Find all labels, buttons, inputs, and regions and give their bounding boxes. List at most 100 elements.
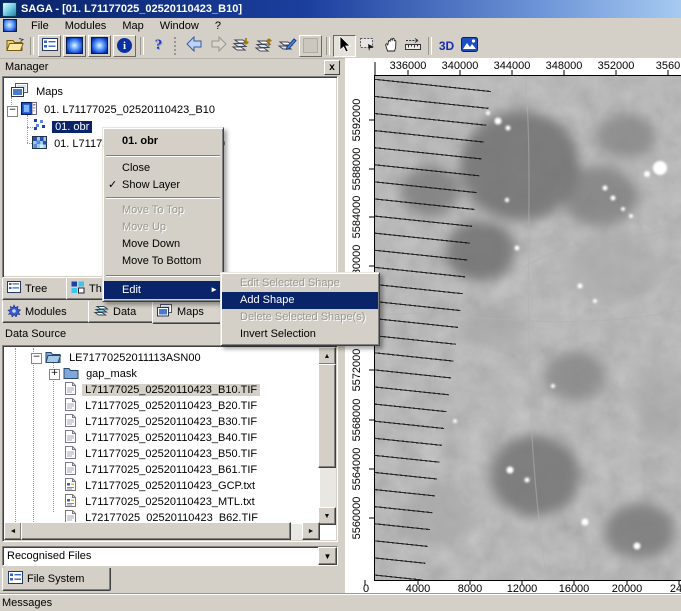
- txt-file-icon: [65, 498, 76, 510]
- checkmark-icon: ✓: [108, 177, 117, 194]
- layers-pencil-icon: [276, 36, 297, 56]
- show-3d-view-button[interactable]: 3D: [435, 35, 458, 57]
- tree-guide: [53, 360, 54, 512]
- edit-submenu: Edit Selected Shape Add Shape Delete Sel…: [220, 272, 380, 346]
- show-map-image-button[interactable]: [458, 35, 481, 57]
- toolbar-grip: [174, 37, 179, 55]
- context-menu-title: 01. obr: [104, 130, 222, 152]
- show-data-source-button[interactable]: [88, 35, 111, 57]
- tab-modules[interactable]: Modules: [2, 301, 92, 323]
- saga-main-window: SAGA - [01. L71177025_02520110423_B10] F…: [0, 0, 681, 611]
- scroll-left-button[interactable]: ◄: [4, 522, 22, 540]
- pointer-tool-button[interactable]: [333, 35, 356, 57]
- menu-separator: [106, 155, 220, 157]
- scroll-right-button[interactable]: ►: [302, 522, 320, 540]
- file-row[interactable]: L71177025_02520110423_B10.TIF: [65, 382, 260, 398]
- app-icon[interactable]: [2, 2, 17, 17]
- toolbar-separator: [30, 37, 34, 55]
- y-axis-label: 5560000: [351, 488, 363, 548]
- pan-tool-button[interactable]: [379, 35, 402, 57]
- menu-item-move-down[interactable]: Move Down: [104, 236, 222, 253]
- forward-button[interactable]: [206, 35, 229, 57]
- maps-stack-icon: [11, 89, 29, 101]
- tree-view-icon: [7, 281, 21, 296]
- zoom-tool-button[interactable]: [356, 35, 379, 57]
- file-row[interactable]: L71177025_02520110423_GCP.txt: [65, 478, 255, 494]
- file-filter-combobox[interactable]: Recognised Files ▼: [2, 546, 338, 566]
- zoom-rectangle-icon: [359, 37, 376, 54]
- menu-item-delete-selected-shapes: Delete Selected Shape(s): [222, 309, 378, 326]
- tree-item-layer-points[interactable]: 01. obr: [33, 119, 92, 135]
- tree-item-maps-root[interactable]: Maps: [11, 83, 63, 99]
- file-tree-subfolder[interactable]: gap_mask: [63, 366, 137, 382]
- selected-file-label[interactable]: L71177025_02520110423_B10.TIF: [82, 384, 260, 396]
- data-source-caption: Data Source: [5, 328, 66, 340]
- menu-modules[interactable]: Modules: [57, 19, 115, 33]
- load-data-button[interactable]: [229, 35, 252, 57]
- hand-icon: [383, 36, 399, 55]
- tab-data[interactable]: Data: [88, 301, 156, 323]
- menu-item-invert-selection[interactable]: Invert Selection: [222, 326, 378, 343]
- combo-dropdown-button[interactable]: ▼: [318, 547, 337, 565]
- file-row[interactable]: L71177025_02520110423_B61.TIF: [65, 462, 257, 478]
- arrow-right-icon: [209, 36, 227, 55]
- scroll-down-button[interactable]: ▼: [318, 507, 336, 525]
- show-manager-button[interactable]: [38, 35, 61, 57]
- show-object-properties-button[interactable]: [63, 35, 86, 57]
- layer-context-menu: 01. obr Close ✓ Show Layer Move To Top M…: [102, 127, 224, 302]
- expand-toggle[interactable]: +: [49, 369, 60, 380]
- cursor-arrow-icon: [339, 36, 351, 56]
- tree-guide: [33, 348, 34, 522]
- menu-item-show-layer[interactable]: ✓ Show Layer: [104, 177, 222, 194]
- tab-tree[interactable]: Tree: [2, 278, 70, 300]
- mdi-child-icon[interactable]: [3, 19, 17, 32]
- file-row[interactable]: L71177025_02520110423_B20.TIF: [65, 398, 257, 414]
- menu-item-close[interactable]: Close: [104, 160, 222, 177]
- edit-layers-button[interactable]: [275, 35, 298, 57]
- file-tree-folder[interactable]: LE71770252011113ASN00: [45, 350, 201, 366]
- scroll-up-button[interactable]: ▲: [318, 347, 336, 365]
- toolbar-separator: [326, 37, 330, 55]
- map-image-icon: [461, 37, 478, 55]
- menu-help[interactable]: ?: [207, 19, 229, 33]
- manager-close-button[interactable]: x: [324, 60, 340, 75]
- tif-file-icon: [65, 466, 76, 478]
- measure-tool-button[interactable]: [402, 35, 425, 57]
- file-row[interactable]: L71177025_02520110423_B50.TIF: [65, 446, 257, 462]
- map-canvas[interactable]: [374, 75, 681, 581]
- layers-import-icon: [230, 36, 251, 56]
- selected-layer-label[interactable]: 01. obr: [52, 121, 92, 133]
- menu-item-edit[interactable]: Edit ►: [104, 281, 222, 299]
- menu-item-move-to-bottom[interactable]: Move To Bottom: [104, 253, 222, 270]
- file-row[interactable]: L71177025_02520110423_B30.TIF: [65, 414, 257, 430]
- map-view: 336000 340000 344000 348000 352000 3560 …: [345, 58, 681, 595]
- tif-file-icon: [65, 450, 76, 462]
- top-ruler-ticks: [345, 58, 681, 76]
- horizontal-scroll-thumb[interactable]: [21, 522, 291, 540]
- file-row[interactable]: L71177025_02520110423_B40.TIF: [65, 430, 257, 446]
- map-layer-icon: [21, 106, 37, 118]
- menu-item-add-shape[interactable]: Add Shape: [222, 292, 378, 309]
- menu-item-move-to-top: Move To Top: [104, 202, 222, 219]
- help-button[interactable]: ?: [147, 35, 170, 57]
- file-tree-panel: − LE71770252011113ASN00 + gap_mask L7117…: [2, 345, 338, 542]
- tree-item-map[interactable]: 01. L71177025_02520110423_B10: [21, 102, 215, 118]
- menu-window[interactable]: Window: [152, 19, 207, 33]
- collapse-toggle[interactable]: −: [7, 106, 18, 117]
- show-messages-button[interactable]: i: [113, 35, 136, 57]
- tree-guide: [27, 115, 28, 143]
- collapse-toggle[interactable]: −: [31, 353, 42, 364]
- menu-map[interactable]: Map: [114, 19, 151, 33]
- tab-maps[interactable]: Maps: [152, 300, 222, 324]
- menu-file[interactable]: File: [23, 19, 57, 33]
- messages-caption: Messages: [2, 597, 52, 609]
- save-data-button[interactable]: [252, 35, 275, 57]
- open-file-button[interactable]: [4, 35, 27, 57]
- back-button[interactable]: [183, 35, 206, 57]
- vertical-scroll-thumb[interactable]: [318, 364, 336, 468]
- layers-export-icon: [253, 36, 274, 56]
- submenu-arrow-icon: ►: [210, 281, 218, 299]
- menu-bar: File Modules Map Window ?: [0, 18, 681, 33]
- file-row[interactable]: L71177025_02520110423_MTL.txt: [65, 494, 255, 510]
- tab-file-system[interactable]: File System: [2, 568, 111, 591]
